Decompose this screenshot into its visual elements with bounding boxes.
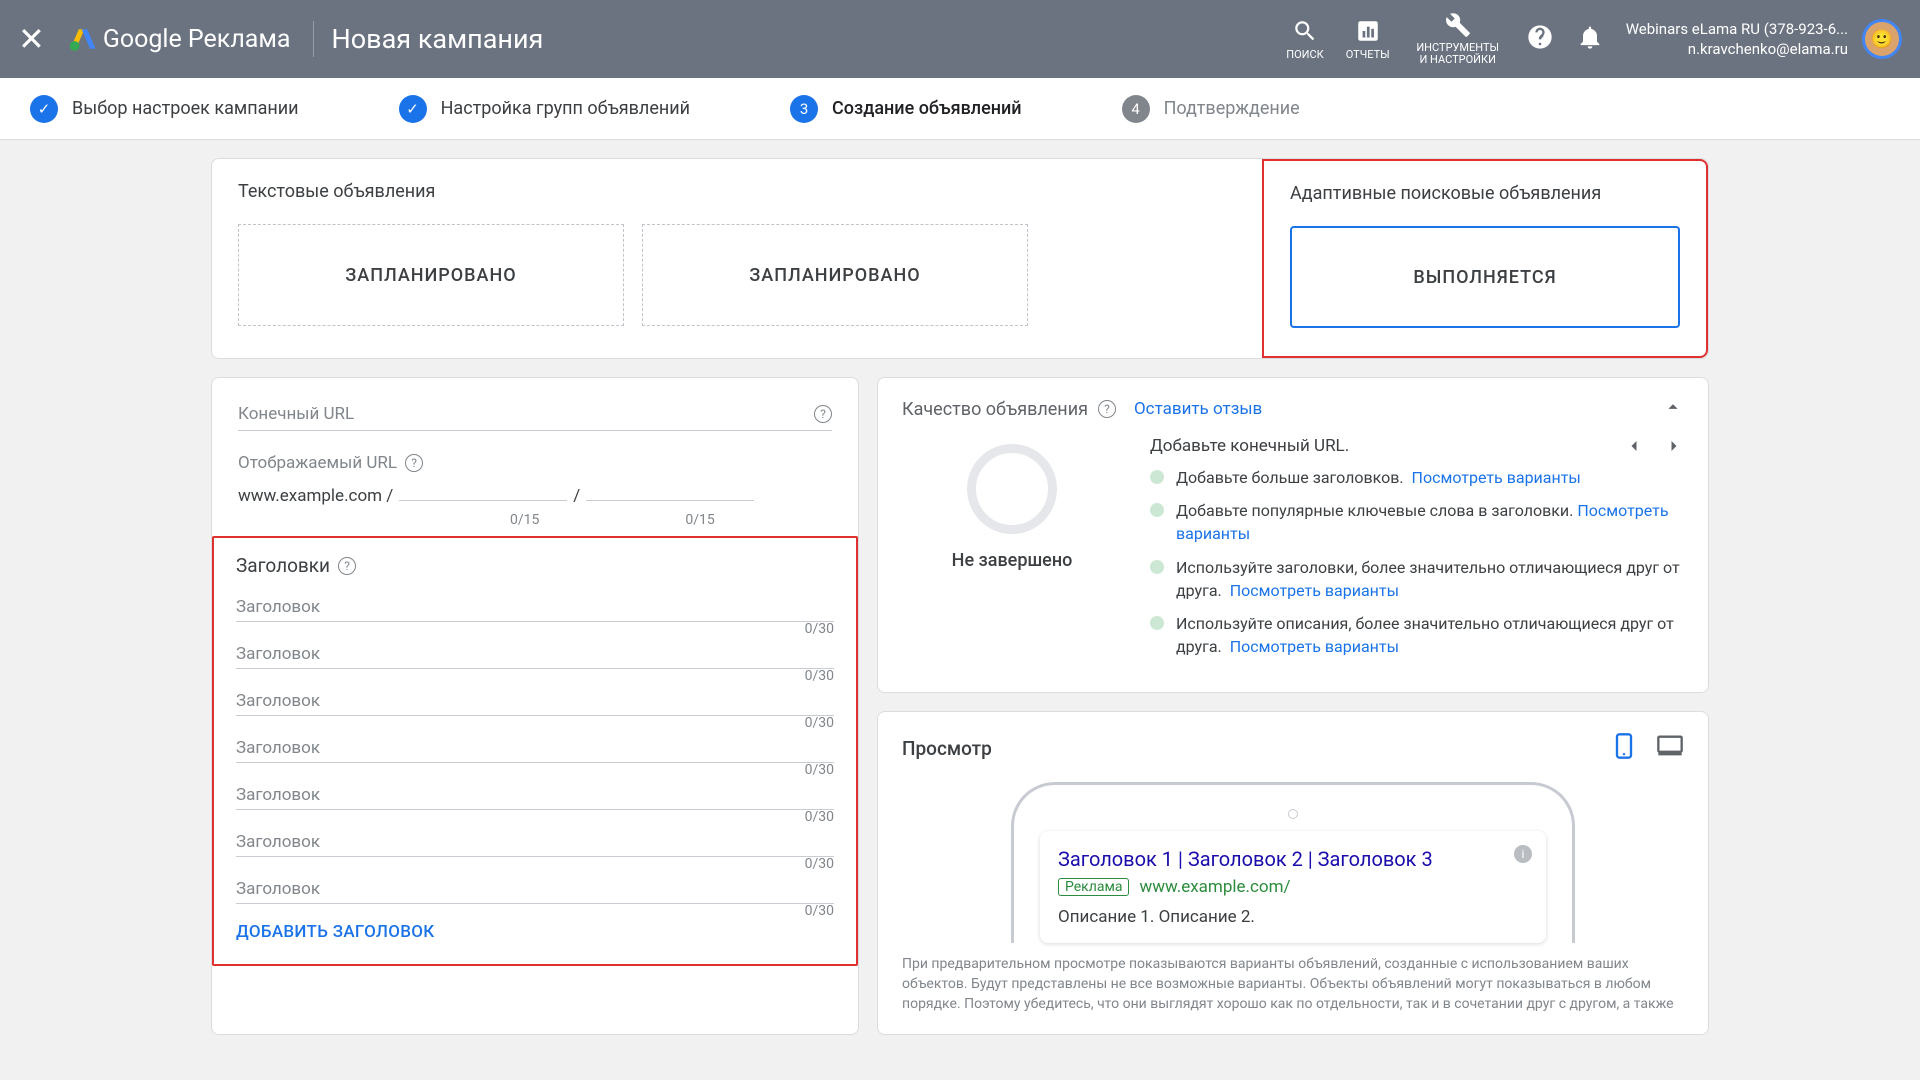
- headline-input-2[interactable]: [236, 640, 834, 669]
- mobile-preview-button[interactable]: [1610, 732, 1638, 764]
- quality-title: Качество объявления: [902, 399, 1088, 420]
- status-dot: [1150, 503, 1164, 517]
- app-header: ✕ Google Реклама Новая кампания ПОИСК ОТ…: [0, 0, 1920, 78]
- preview-title: Просмотр: [902, 737, 992, 760]
- step-create-ads[interactable]: 3 Создание объявлений: [790, 95, 1122, 123]
- avatar[interactable]: 🙂: [1862, 19, 1902, 59]
- headline-input-6[interactable]: [236, 828, 834, 857]
- bell-icon: [1576, 23, 1604, 51]
- responsive-ad-running[interactable]: ВЫПОЛНЯЕТСЯ: [1290, 226, 1680, 328]
- close-icon[interactable]: ✕: [18, 20, 45, 58]
- product-name: Google Реклама: [103, 25, 291, 54]
- collapse-button[interactable]: [1662, 396, 1684, 422]
- chevron-right-icon[interactable]: [1664, 436, 1684, 456]
- help-icon[interactable]: ?: [338, 557, 356, 575]
- help-icon[interactable]: ?: [405, 454, 423, 472]
- display-url-label: Отображаемый URL: [238, 453, 397, 473]
- mobile-icon: [1610, 732, 1638, 760]
- google-ads-logo-icon: [69, 25, 97, 53]
- text-ad-slot-1[interactable]: ЗАПЛАНИРОВАНО: [238, 224, 624, 326]
- preview-note: При предварительном просмотре показывают…: [902, 955, 1684, 1014]
- preview-description: Описание 1. Описание 2.: [1058, 907, 1528, 927]
- tip-link[interactable]: Посмотреть варианты: [1230, 581, 1399, 600]
- quality-ring: [967, 444, 1057, 534]
- info-icon[interactable]: i: [1514, 845, 1532, 863]
- preview-card: Просмотр i Заголовок 1 | Заголовок 2 | З…: [877, 711, 1709, 1035]
- preview-url: www.example.com/: [1139, 877, 1290, 897]
- headline-input-7[interactable]: [236, 875, 834, 904]
- headline-input-4[interactable]: [236, 734, 834, 763]
- desktop-preview-button[interactable]: [1656, 732, 1684, 764]
- path2-input[interactable]: [586, 477, 754, 501]
- search-tool[interactable]: ПОИСК: [1286, 18, 1324, 61]
- reports-tool[interactable]: ОТЧЕТЫ: [1346, 18, 1390, 61]
- headlines-section: Заголовки ? 0/30 0/30 0/30 0/30 0/30 0/3…: [212, 536, 858, 966]
- status-dot: [1150, 616, 1164, 630]
- account-name: Webinars eLama RU (378-923-6...: [1626, 19, 1848, 39]
- product-logo[interactable]: Google Реклама: [69, 25, 291, 54]
- display-url-base: www.example.com /: [238, 486, 393, 506]
- quality-status: Не завершено: [952, 550, 1073, 571]
- step-adgroups[interactable]: ✓ Настройка групп объявлений: [399, 95, 790, 123]
- headline-input-1[interactable]: [236, 593, 834, 622]
- tip-header: Добавьте конечный URL.: [1150, 436, 1349, 456]
- path1-counter: 0/15: [510, 512, 539, 528]
- ad-form-card: Конечный URL ? Отображаемый URL ? www.ex…: [211, 377, 859, 1035]
- headline-input-5[interactable]: [236, 781, 834, 810]
- help-button[interactable]: [1526, 23, 1554, 55]
- responsive-ads-title: Адаптивные поисковые объявления: [1290, 183, 1680, 204]
- headline-input-3[interactable]: [236, 687, 834, 716]
- final-url-label: Конечный URL: [238, 404, 354, 424]
- tip-link[interactable]: Посмотреть варианты: [1412, 468, 1581, 487]
- step-confirm[interactable]: 4 Подтверждение: [1122, 95, 1300, 123]
- phone-camera-dot: [1288, 809, 1298, 819]
- header-actions: ПОИСК ОТЧЕТЫ ИНСТРУМЕНТЫ И НАСТРОЙКИ Web…: [1286, 12, 1902, 66]
- help-icon: [1526, 23, 1554, 51]
- ad-types-card: Текстовые объявления ЗАПЛАНИРОВАНО ЗАПЛА…: [211, 158, 1709, 359]
- page-title: Новая кампания: [332, 23, 544, 55]
- check-icon: ✓: [399, 95, 427, 123]
- feedback-link[interactable]: Оставить отзыв: [1134, 399, 1262, 419]
- campaign-stepper: ✓ Выбор настроек кампании ✓ Настройка гр…: [0, 78, 1920, 140]
- user-menu[interactable]: Webinars eLama RU (378-923-6... n.kravch…: [1626, 19, 1902, 60]
- settings-tool[interactable]: ИНСТРУМЕНТЫ И НАСТРОЙКИ: [1412, 12, 1504, 66]
- ad-badge: Реклама: [1058, 878, 1129, 896]
- help-icon[interactable]: ?: [1098, 400, 1116, 418]
- notifications-button[interactable]: [1576, 23, 1604, 55]
- text-ads-title: Текстовые объявления: [238, 181, 1236, 202]
- ad-preview: i Заголовок 1 | Заголовок 2 | Заголовок …: [1040, 831, 1546, 943]
- chevron-up-icon: [1662, 396, 1684, 418]
- chevron-left-icon[interactable]: [1624, 436, 1644, 456]
- account-email: n.kravchenko@elama.ru: [1626, 39, 1848, 59]
- status-dot: [1150, 560, 1164, 574]
- wrench-icon: [1445, 12, 1471, 38]
- path1-input[interactable]: [399, 477, 567, 501]
- phone-frame: i Заголовок 1 | Заголовок 2 | Заголовок …: [1011, 782, 1575, 943]
- search-icon: [1292, 18, 1318, 44]
- text-ad-slot-2[interactable]: ЗАПЛАНИРОВАНО: [642, 224, 1028, 326]
- tip-link[interactable]: Посмотреть варианты: [1230, 637, 1399, 656]
- step-settings[interactable]: ✓ Выбор настроек кампании: [30, 95, 399, 123]
- add-headline-button[interactable]: ДОБАВИТЬ ЗАГОЛОВОК: [236, 922, 834, 942]
- status-dot: [1150, 470, 1164, 484]
- path2-counter: 0/15: [685, 512, 714, 528]
- reports-icon: [1355, 18, 1381, 44]
- divider: [313, 21, 314, 57]
- help-icon[interactable]: ?: [814, 405, 832, 423]
- preview-headline: Заголовок 1 | Заголовок 2 | Заголовок 3: [1058, 847, 1528, 871]
- desktop-icon: [1656, 732, 1684, 760]
- check-icon: ✓: [30, 95, 58, 123]
- ad-quality-card: Качество объявления ? Оставить отзыв Не …: [877, 377, 1709, 693]
